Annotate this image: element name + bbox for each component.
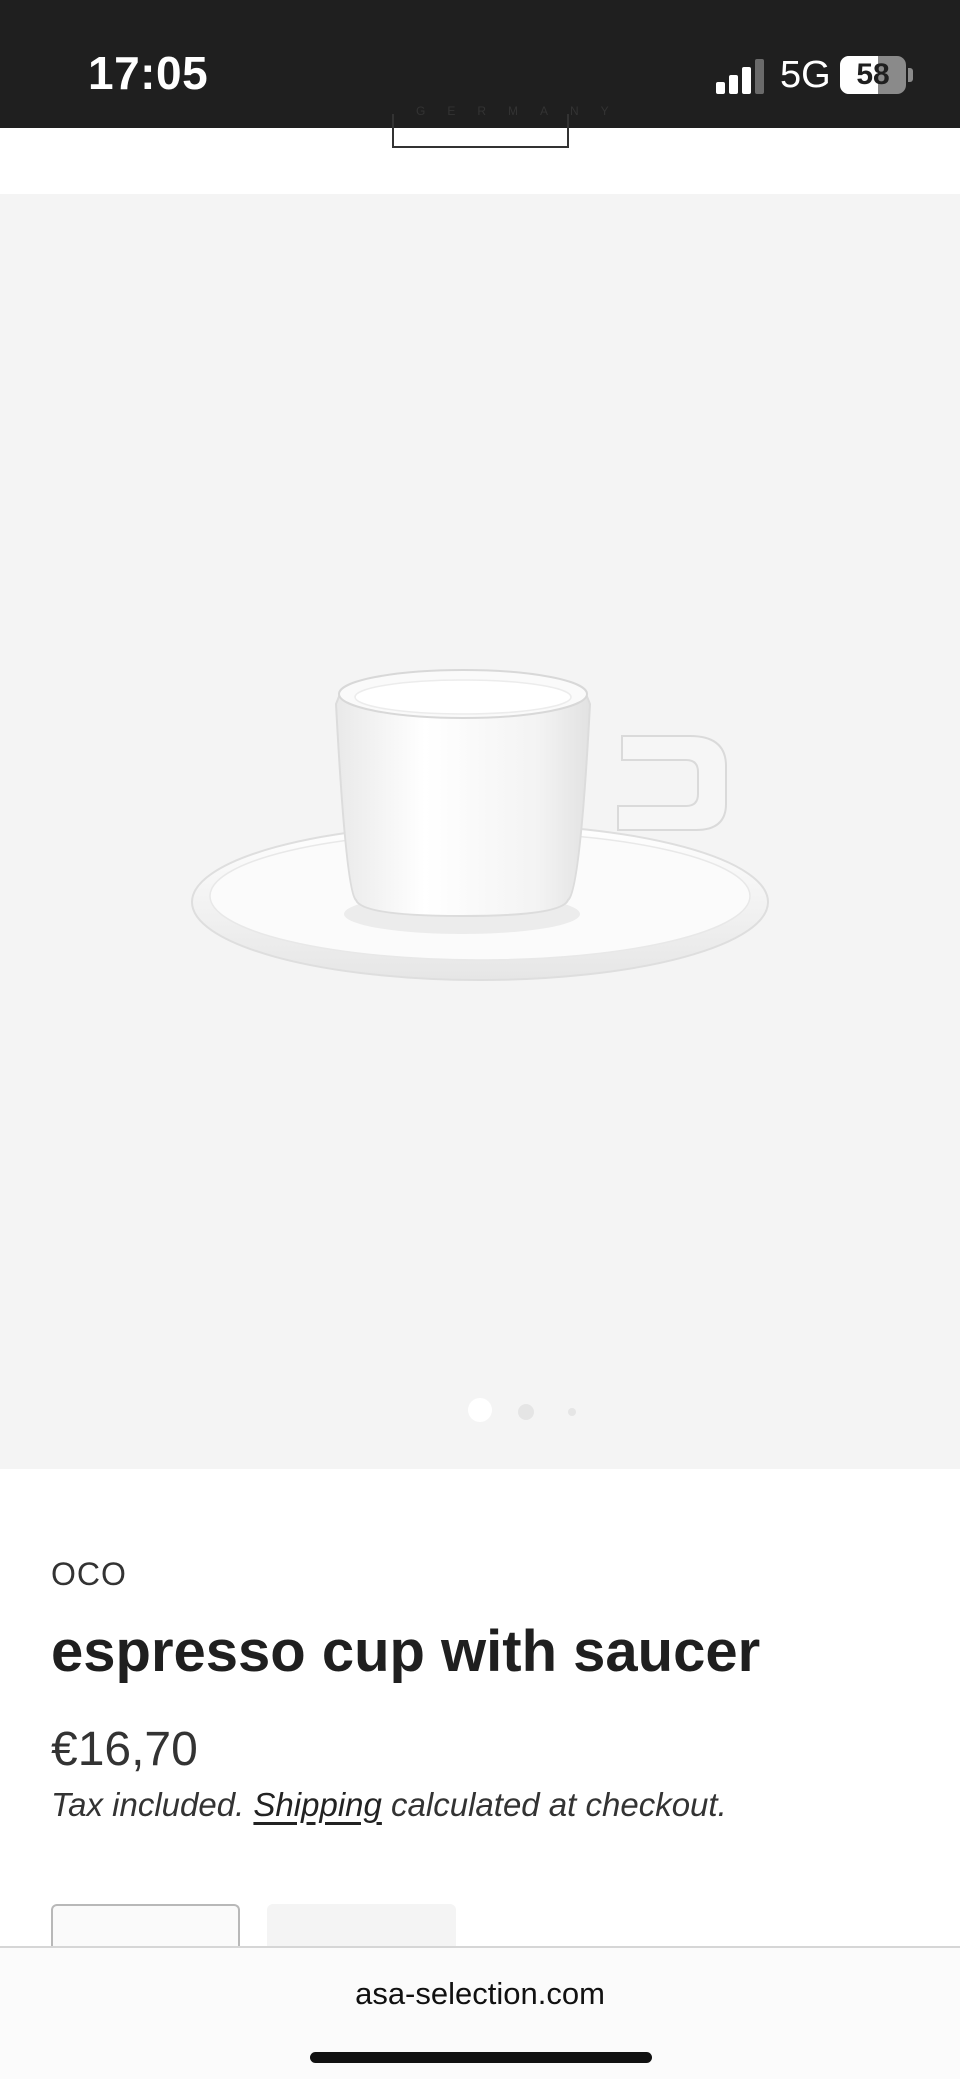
product-brand: oco	[51, 1556, 127, 1592]
battery-level: 58	[856, 58, 890, 91]
product-title: espresso cup with saucer	[51, 1619, 761, 1684]
tax-prefix: Tax included.	[51, 1786, 245, 1823]
url-label[interactable]: asa-selection.com	[0, 1976, 960, 2012]
gallery-pagination	[0, 1394, 960, 1424]
tax-suffix: calculated at checkout.	[391, 1786, 727, 1823]
pagination-dot-active[interactable]	[468, 1398, 492, 1422]
product-gallery[interactable]	[0, 194, 960, 1469]
signal-bars-icon	[716, 59, 764, 94]
status-time: 17:05	[88, 47, 209, 99]
battery-cap	[908, 68, 913, 82]
network-type: 5G	[780, 54, 831, 96]
tax-note: Tax included. Shipping calculated at che…	[51, 1786, 727, 1824]
browser-address-bar[interactable]: asa-selection.com	[0, 1946, 960, 2079]
home-indicator	[310, 2052, 652, 2063]
site-header: GERMANY	[0, 104, 960, 194]
battery-icon: 58	[840, 56, 906, 94]
product-price: €16,70	[51, 1723, 198, 1776]
brand-logo[interactable]: GERMANY	[392, 104, 609, 148]
pagination-dot[interactable]	[568, 1408, 576, 1416]
shipping-link[interactable]: Shipping	[253, 1786, 381, 1823]
product-image[interactable]	[170, 634, 790, 1014]
pagination-dot[interactable]	[518, 1404, 534, 1420]
logo-subtext: GERMANY	[416, 104, 631, 118]
product-page: 17:05 5G 58 GERMANY OCO espresso cup wit…	[0, 0, 960, 2079]
